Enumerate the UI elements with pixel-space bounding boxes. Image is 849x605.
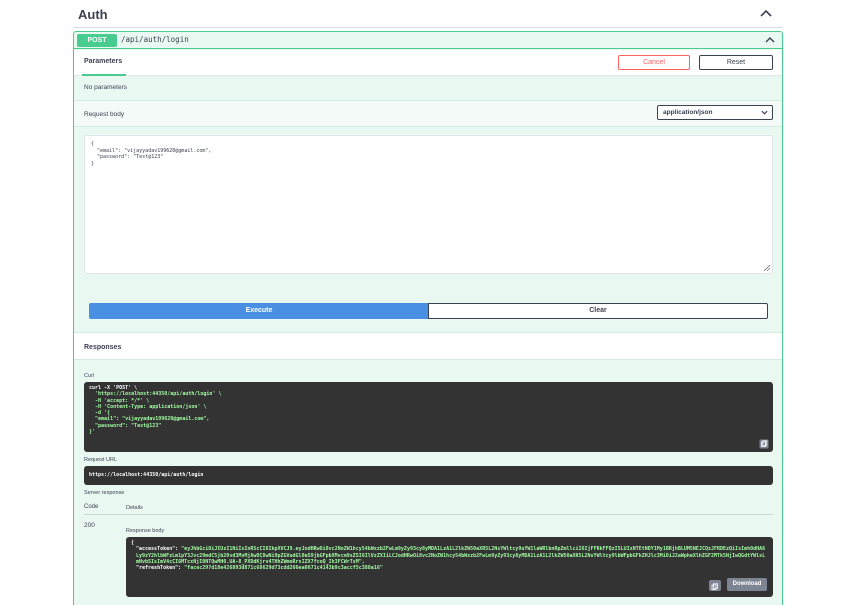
- parameters-tabbar: Parameters Cancel Reset: [74, 50, 782, 76]
- execute-button[interactable]: Execute: [89, 303, 429, 319]
- cancel-button[interactable]: Cancel: [618, 55, 690, 70]
- response-status-code: 200: [84, 522, 95, 529]
- operation-summary[interactable]: POST /api/auth/login: [74, 32, 782, 49]
- tab-active-indicator: [82, 74, 126, 76]
- code-column-header: Code: [84, 504, 99, 510]
- http-method-badge: POST: [77, 34, 117, 47]
- json-key: "accessToken":: [136, 546, 179, 553]
- server-response-label: Server response: [84, 490, 125, 496]
- header-divider: [84, 514, 773, 515]
- reset-button[interactable]: Reset: [699, 55, 773, 70]
- code-line: }: [91, 160, 95, 167]
- copy-icon[interactable]: [709, 580, 721, 591]
- curl-label: Curl: [84, 373, 95, 379]
- response-body-block: { "accessToken": "eyJhbGciOiJIUzI1NiIsIn…: [126, 537, 773, 597]
- json-string: "eyJhbGciOiJIUzI1NiIsInR5cCI6IkpXVCJ9.ey…: [136, 546, 766, 565]
- json-key: "refreshToken":: [136, 565, 182, 572]
- request-url-label: Request URL: [84, 457, 118, 463]
- resize-handle-icon[interactable]: [764, 265, 770, 271]
- download-button[interactable]: Download: [727, 578, 767, 591]
- no-parameters-text: No parameters: [84, 84, 127, 91]
- responses-header: Responses: [74, 332, 782, 360]
- request-body-label: Request body: [84, 111, 125, 118]
- clear-button[interactable]: Clear: [428, 303, 768, 319]
- details-column-header: Details: [126, 505, 143, 511]
- section-header-auth[interactable]: Auth: [73, 0, 783, 28]
- request-body-header: Request body application/json: [74, 100, 782, 127]
- access-token-line: "accessToken": "eyJhbGciOiJIUzI1NiIsInR5…: [131, 546, 768, 565]
- operation-path: /api/auth/login: [121, 35, 189, 44]
- refresh-token-line: "refreshToken": "facec297d18e426893d871c…: [131, 565, 768, 571]
- request-url-block: https://localhost:44350/api/auth/login: [84, 466, 773, 485]
- content-type-select[interactable]: application/json: [657, 105, 773, 120]
- json-string: "facec297d18e426893d871c68629d73cdd266ea…: [184, 565, 383, 572]
- chevron-up-icon[interactable]: [764, 34, 776, 46]
- response-body-label: Response body: [126, 528, 165, 534]
- request-body-editor[interactable]: { "email": "vijayyadav199620@gmail.com",…: [84, 135, 773, 274]
- chevron-down-icon: [761, 110, 768, 115]
- chevron-up-icon[interactable]: [759, 7, 773, 21]
- copy-icon[interactable]: [759, 439, 769, 449]
- curl-code-block: curl -X 'POST' \ 'https://localhost:4435…: [84, 382, 773, 452]
- code-line: }': [89, 429, 96, 436]
- content-type-value: application/json: [663, 109, 713, 116]
- responses-title: Responses: [84, 344, 122, 351]
- operation-block: POST /api/auth/login Parameters Cancel R…: [73, 31, 783, 605]
- section-title: Auth: [78, 7, 108, 22]
- request-url-value: https://localhost:44350/api/auth/login: [89, 472, 204, 478]
- tab-parameters[interactable]: Parameters: [84, 58, 122, 65]
